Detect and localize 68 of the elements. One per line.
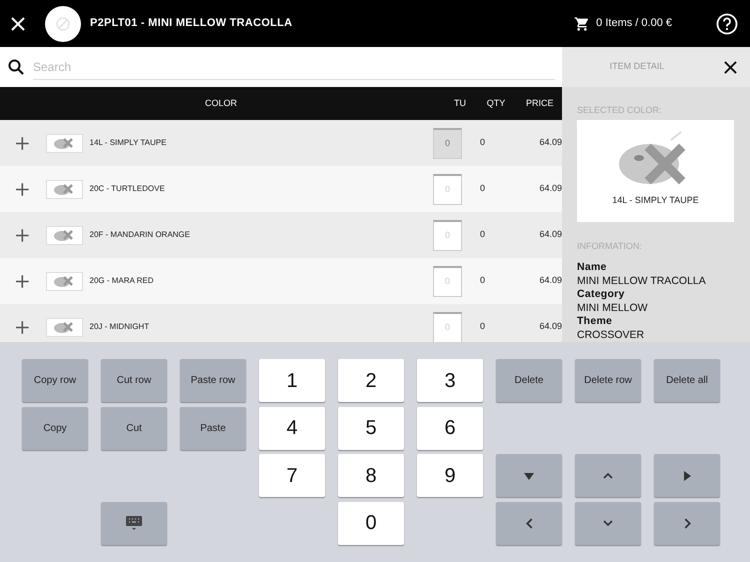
panel-title: ITEM DETAIL bbox=[608, 60, 666, 74]
color-name: 14L - SIMPLY TAUPE bbox=[612, 194, 699, 207]
add-icon[interactable] bbox=[16, 136, 29, 150]
keyboard-button[interactable] bbox=[101, 502, 167, 544]
edit-button[interactable]: Copy bbox=[22, 406, 88, 450]
edit-button[interactable]: Cut row bbox=[101, 359, 167, 402]
delete-button[interactable]: Delete bbox=[496, 359, 562, 402]
edit-button[interactable]: Paste bbox=[180, 406, 246, 450]
number-key[interactable]: 6 bbox=[417, 406, 483, 450]
field-value: CROSSOVER bbox=[577, 328, 646, 342]
number-key[interactable]: 8 bbox=[338, 454, 404, 497]
palette-icon bbox=[53, 136, 76, 150]
field-value: MINI MELLOW bbox=[577, 302, 649, 315]
keyboard-icon bbox=[125, 515, 143, 531]
number-key[interactable]: 9 bbox=[417, 454, 483, 497]
edit-button[interactable]: Paste row bbox=[180, 359, 246, 402]
product-avatar bbox=[45, 6, 81, 42]
number-key[interactable]: 0 bbox=[338, 502, 404, 544]
add-icon[interactable] bbox=[16, 274, 29, 288]
edit-button[interactable]: Copy row bbox=[22, 359, 88, 402]
delete-button[interactable]: Delete all bbox=[654, 359, 720, 402]
color-name: 14L - SIMPLY TAUPE bbox=[90, 137, 168, 149]
field-label: Theme bbox=[577, 315, 614, 328]
color-name: 20C - TURTLEDOVE bbox=[90, 183, 166, 195]
chevron-right-icon bbox=[684, 518, 690, 528]
add-icon[interactable] bbox=[16, 228, 29, 242]
field-value: MINI MELLOW TRACOLLA bbox=[577, 274, 707, 288]
number-key[interactable]: 7 bbox=[259, 454, 325, 497]
palette-icon bbox=[53, 182, 76, 196]
price-cell-text: 64.09 bbox=[538, 320, 562, 334]
close-icon[interactable] bbox=[724, 60, 737, 74]
palette-icon bbox=[53, 274, 76, 288]
cart-summary: 0 Items / 0.00 € bbox=[596, 16, 672, 32]
qty-cell-text: 0 bbox=[478, 274, 486, 288]
help-icon[interactable] bbox=[716, 12, 738, 34]
number-key[interactable]: 5 bbox=[338, 406, 404, 450]
qty-cell-text: 0 bbox=[478, 136, 486, 150]
edit-button[interactable]: Cut bbox=[101, 406, 167, 450]
color-name: 20F - MANDARIN ORANGE bbox=[90, 229, 191, 241]
column-header: PRICE bbox=[526, 96, 554, 110]
product-title: P2PLT01 - MINI MELLOW TRACOLLA bbox=[90, 16, 292, 32]
qty-cell-text: 0 bbox=[478, 228, 486, 242]
price-cell-text: 64.09 bbox=[538, 228, 562, 242]
cart-icon[interactable] bbox=[574, 16, 590, 32]
number-key[interactable]: 2 bbox=[338, 359, 404, 402]
search-field[interactable]: Search bbox=[33, 54, 555, 80]
palette-icon bbox=[53, 320, 76, 334]
palette-icon bbox=[53, 228, 76, 242]
field-label: Category bbox=[577, 288, 626, 302]
color-name: 20J - MIDNIGHT bbox=[90, 321, 150, 333]
number-key[interactable]: 3 bbox=[417, 359, 483, 402]
delete-button[interactable]: Delete row bbox=[575, 359, 641, 402]
add-icon[interactable] bbox=[16, 320, 29, 334]
qty-cell-text: 0 bbox=[478, 320, 486, 334]
field-label: Name bbox=[577, 261, 608, 274]
qty-cell-text: 0 bbox=[478, 182, 486, 196]
number-key[interactable]: 4 bbox=[259, 406, 325, 450]
color-name: 20G - MARA RED bbox=[90, 275, 155, 287]
chevron-left-icon bbox=[526, 518, 532, 528]
column-header: QTY bbox=[486, 96, 506, 110]
add-icon[interactable] bbox=[16, 182, 29, 196]
column-header: COLOR bbox=[204, 96, 238, 110]
price-cell-text: 64.09 bbox=[538, 136, 562, 150]
column-header: TU bbox=[453, 96, 467, 110]
number-key[interactable]: 1 bbox=[259, 359, 325, 402]
price-cell-text: 64.09 bbox=[538, 274, 562, 288]
search-icon bbox=[8, 59, 24, 75]
price-cell-text: 64.09 bbox=[538, 182, 562, 196]
